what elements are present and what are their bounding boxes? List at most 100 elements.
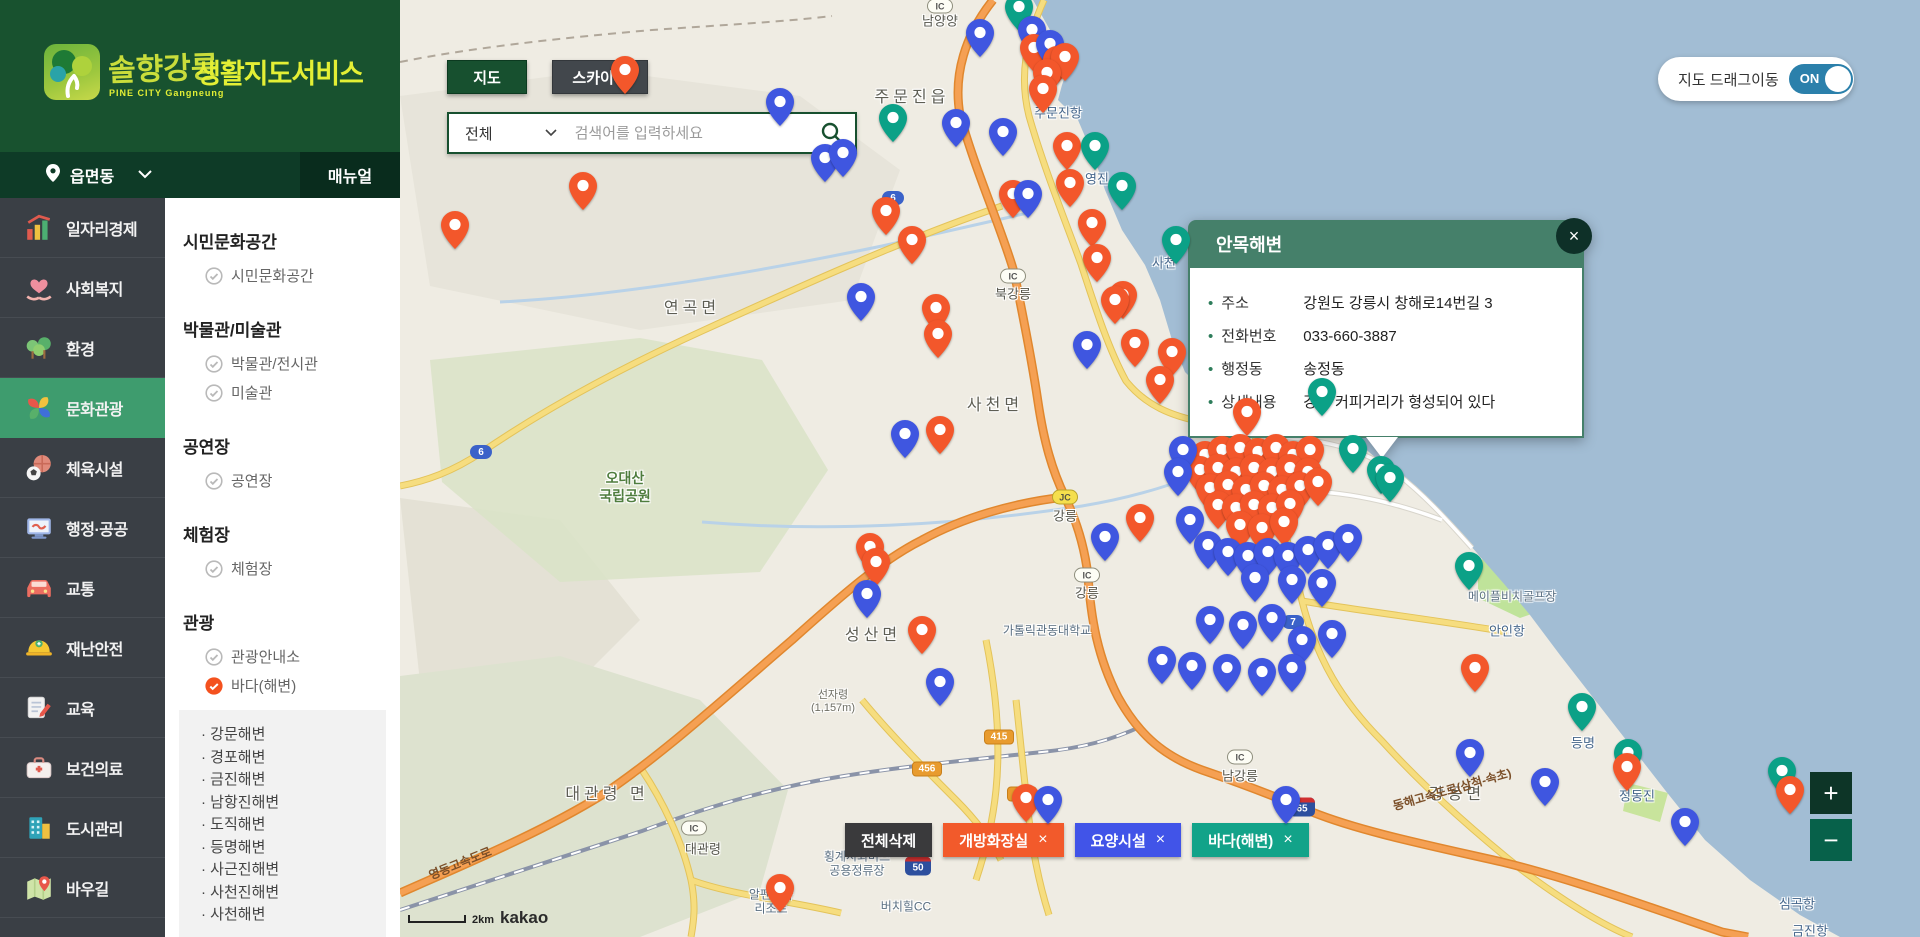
teal-marker-pin[interactable] — [1161, 225, 1191, 265]
red-marker-pin[interactable] — [1460, 653, 1490, 693]
beach-list-item[interactable]: 도직해변 — [201, 814, 386, 837]
blue-marker-pin[interactable] — [925, 667, 955, 707]
blue-marker-pin[interactable] — [765, 87, 795, 127]
zoom-in-button[interactable]: + — [1810, 772, 1852, 814]
blue-marker-pin[interactable] — [1147, 645, 1177, 685]
blue-marker-pin[interactable] — [1530, 767, 1560, 807]
blue-marker-pin[interactable] — [1072, 330, 1102, 370]
sidebar-item-재난안전[interactable]: 재난안전 — [0, 618, 165, 678]
tab-map[interactable]: 지도 — [447, 60, 527, 94]
blue-marker-pin[interactable] — [1013, 179, 1043, 219]
sidebar-item-체육시설[interactable]: 체육시설 — [0, 438, 165, 498]
drag-toggle-switch[interactable]: ON — [1789, 64, 1853, 94]
blue-marker-pin[interactable] — [1090, 522, 1120, 562]
red-marker-pin[interactable] — [1125, 503, 1155, 543]
search-category-select[interactable]: 전체 — [465, 123, 493, 144]
teal-marker-pin[interactable] — [1375, 463, 1405, 503]
region-selector-label[interactable]: 읍면동 — [70, 163, 114, 187]
sidebar-item-환경[interactable]: 환경 — [0, 318, 165, 378]
filter-chip-바다(해변)[interactable]: 바다(해변)× — [1192, 823, 1309, 857]
blue-marker-pin[interactable] — [1195, 605, 1225, 645]
close-icon[interactable]: × — [1156, 831, 1165, 849]
teal-marker-pin[interactable] — [1107, 171, 1137, 211]
red-marker-pin[interactable] — [765, 873, 795, 913]
blue-marker-pin[interactable] — [988, 117, 1018, 157]
sidebar-item-일자리경제[interactable]: 일자리경제 — [0, 198, 165, 258]
beach-list-item[interactable]: 사천해변 — [201, 904, 386, 927]
blue-marker-pin[interactable] — [1240, 563, 1270, 603]
red-marker-pin[interactable] — [925, 415, 955, 455]
chevron-down-icon[interactable] — [545, 124, 557, 142]
red-marker-pin[interactable] — [1082, 243, 1112, 283]
red-marker-pin[interactable] — [1120, 328, 1150, 368]
teal-marker-pin[interactable] — [1080, 131, 1110, 171]
red-marker-pin[interactable] — [1028, 74, 1058, 114]
red-marker-pin[interactable] — [1232, 397, 1262, 437]
panel-checkbox-체험장[interactable]: 체험장 — [205, 558, 400, 579]
blue-marker-pin[interactable] — [1163, 457, 1193, 497]
blue-marker-pin[interactable] — [1455, 738, 1485, 778]
blue-marker-pin[interactable] — [828, 138, 858, 178]
filter-chip-요양시설[interactable]: 요양시설× — [1075, 823, 1182, 857]
blue-marker-pin[interactable] — [1247, 657, 1277, 697]
beach-list-item[interactable]: 남항진해변 — [201, 792, 386, 815]
zoom-out-button[interactable]: − — [1810, 819, 1852, 861]
pine-city-logo[interactable] — [44, 44, 100, 100]
manual-button[interactable]: 매뉴얼 — [300, 152, 400, 198]
blue-marker-pin[interactable] — [1307, 568, 1337, 608]
blue-marker-pin[interactable] — [1670, 807, 1700, 847]
beach-list-item[interactable]: 강문해변 — [201, 724, 386, 747]
red-marker-pin[interactable] — [1055, 168, 1085, 208]
beach-list-item[interactable]: 금진해변 — [201, 769, 386, 792]
blue-marker-pin[interactable] — [1277, 565, 1307, 605]
panel-checkbox-시민문화공간[interactable]: 시민문화공간 — [205, 265, 400, 286]
beach-list-item[interactable]: 등명해변 — [201, 837, 386, 860]
panel-checkbox-관광안내소[interactable]: 관광안내소 — [205, 646, 400, 667]
blue-marker-pin[interactable] — [965, 18, 995, 58]
blue-marker-pin[interactable] — [1333, 523, 1363, 563]
red-marker-pin[interactable] — [1775, 775, 1805, 815]
filter-chip-전체삭제[interactable]: 전체삭제 — [845, 823, 932, 857]
sidebar-item-행정·공공[interactable]: 행정·공공 — [0, 498, 165, 558]
blue-marker-pin[interactable] — [1271, 785, 1301, 825]
blue-marker-pin[interactable] — [890, 419, 920, 459]
teal-marker-pin[interactable] — [1567, 692, 1597, 732]
panel-checkbox-바다(해변)[interactable]: 바다(해변) — [205, 675, 400, 696]
filter-chip-개방화장실[interactable]: 개방화장실× — [943, 823, 1063, 857]
beach-list-item[interactable]: 경포해변 — [201, 747, 386, 770]
sidebar-item-도시관리[interactable]: 도시관리 — [0, 798, 165, 858]
red-marker-pin[interactable] — [610, 55, 640, 95]
red-marker-pin[interactable] — [1303, 467, 1333, 507]
panel-checkbox-미술관[interactable]: 미술관 — [205, 382, 400, 403]
search-input[interactable] — [575, 125, 805, 142]
chevron-down-icon[interactable] — [138, 166, 152, 184]
red-marker-pin[interactable] — [907, 615, 937, 655]
blue-marker-pin[interactable] — [1277, 653, 1307, 693]
red-marker-pin[interactable] — [440, 210, 470, 250]
red-marker-pin[interactable] — [923, 319, 953, 359]
panel-checkbox-박물관/전시관[interactable]: 박물관/전시관 — [205, 353, 400, 374]
red-marker-pin[interactable] — [1145, 365, 1175, 405]
blue-marker-pin[interactable] — [1033, 785, 1063, 825]
sidebar-item-사회복지[interactable]: 사회복지 — [0, 258, 165, 318]
close-icon[interactable]: × — [1556, 218, 1592, 254]
blue-marker-pin[interactable] — [1257, 603, 1287, 643]
sidebar-item-교통[interactable]: 교통 — [0, 558, 165, 618]
beach-list-item[interactable]: 사천진해변 — [201, 882, 386, 905]
red-marker-pin[interactable] — [1052, 131, 1082, 171]
red-marker-pin[interactable] — [1077, 208, 1107, 248]
teal-marker-pin[interactable] — [878, 103, 908, 143]
blue-marker-pin[interactable] — [1212, 653, 1242, 693]
panel-checkbox-공연장[interactable]: 공연장 — [205, 470, 400, 491]
sidebar-item-교육[interactable]: 교육 — [0, 678, 165, 738]
sidebar-item-문화관광[interactable]: 문화관광 — [0, 378, 165, 438]
sidebar-item-보건의료[interactable]: 보건의료 — [0, 738, 165, 798]
close-icon[interactable]: × — [1038, 831, 1047, 849]
close-icon[interactable]: × — [1283, 831, 1292, 849]
blue-marker-pin[interactable] — [1228, 610, 1258, 650]
red-marker-pin[interactable] — [1612, 752, 1642, 792]
red-marker-pin[interactable] — [1100, 285, 1130, 325]
blue-marker-pin[interactable] — [852, 579, 882, 619]
beach-list-item[interactable]: 사근진해변 — [201, 859, 386, 882]
teal-marker-pin[interactable] — [1338, 434, 1368, 474]
